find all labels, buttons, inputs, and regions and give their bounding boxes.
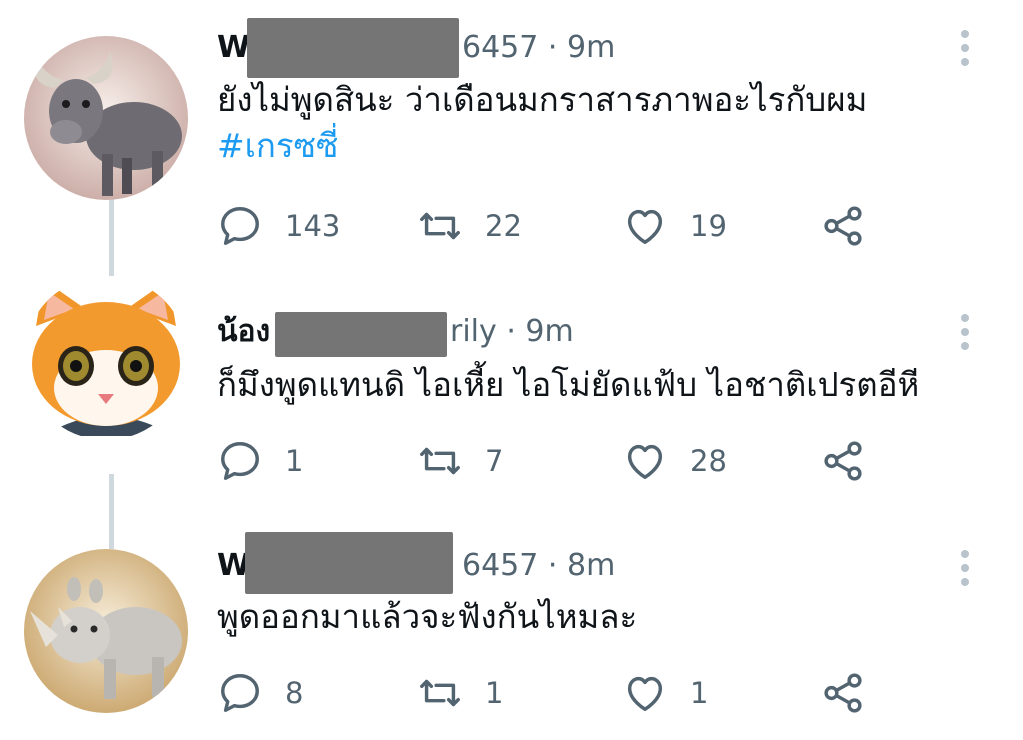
share-icon [824, 673, 862, 713]
share-button[interactable] [820, 438, 866, 484]
display-name[interactable]: น้อง [217, 314, 270, 349]
redacted-name-handle [275, 312, 447, 357]
retweet-button[interactable]: 22 [417, 203, 522, 249]
retweet-button[interactable]: 1 [417, 670, 503, 716]
tweet-header: น้อง [217, 312, 270, 352]
handle-suffix[interactable]: 6457 [462, 548, 538, 583]
action-bar: 143 22 19 [217, 203, 897, 249]
like-count: 1 [690, 676, 709, 710]
tweet-text-content: ก็มึงพูดแทนดิ ไอเหี้ย ไอโม่ยัดแฟ้บ ไอชาต… [217, 365, 920, 404]
tweet-meta: 6457 · 8m [462, 546, 615, 586]
orange-cat-avatar-icon [24, 276, 188, 440]
retweet-icon [420, 447, 460, 475]
like-button[interactable]: 28 [622, 438, 727, 484]
share-icon [824, 441, 862, 481]
retweet-icon [420, 679, 460, 707]
share-button[interactable] [820, 203, 866, 249]
water-buffalo-avatar-icon [24, 36, 188, 200]
action-bar: 8 1 1 [217, 670, 897, 716]
hashtag-link[interactable]: #เกรซซี่ [217, 123, 867, 169]
timestamp[interactable]: 9m [567, 30, 615, 65]
like-button[interactable]: 1 [622, 670, 708, 716]
rhino-avatar-icon [24, 549, 188, 713]
avatar[interactable] [24, 549, 188, 713]
avatar[interactable] [24, 276, 188, 440]
reply-icon [221, 674, 259, 712]
more-vertical-icon[interactable] [953, 28, 977, 68]
retweet-button[interactable]: 7 [417, 438, 503, 484]
heart-icon [627, 444, 663, 480]
like-count: 28 [690, 444, 727, 478]
retweet-icon [420, 212, 460, 240]
separator: · [547, 548, 558, 583]
heart-icon [627, 676, 663, 712]
tweet[interactable]: W 6457 · 8m พูดออกมาแล้วจะฟังกันไหมละ 8 … [0, 510, 1023, 740]
handle-suffix[interactable]: rily [450, 314, 497, 349]
redacted-name-handle [245, 532, 453, 594]
tweet-text: ก็มึงพูดแทนดิ ไอเหี้ย ไอโม่ยัดแฟ้บ ไอชาต… [217, 362, 919, 408]
reply-count: 1 [285, 444, 304, 478]
tweet-text-content: ยังไม่พูดสินะ ว่าเดือนมกราสารภาพอะไรกับผ… [217, 80, 868, 119]
share-icon [824, 206, 862, 246]
share-button[interactable] [820, 670, 866, 716]
reply-count: 143 [285, 209, 341, 243]
heart-icon [627, 209, 663, 245]
tweet-text: พูดออกมาแล้วจะฟังกันไหมละ [217, 594, 637, 640]
reply-button[interactable]: 1 [217, 438, 303, 484]
handle-suffix[interactable]: 6457 [462, 30, 538, 65]
tweet-text: ยังไม่พูดสินะ ว่าเดือนมกราสารภาพอะไรกับผ… [217, 77, 867, 169]
tweet[interactable]: W 6457 · 9m ยังไม่พูดสินะ ว่าเดือนมกราสา… [0, 0, 1023, 260]
display-name[interactable]: W [217, 30, 250, 65]
tweet-meta: 6457 · 9m [462, 28, 615, 68]
tweet-thread: W 6457 · 9m ยังไม่พูดสินะ ว่าเดือนมกราสา… [0, 0, 1023, 740]
reply-count: 8 [285, 676, 304, 710]
action-bar: 1 7 28 [217, 438, 897, 484]
more-vertical-icon[interactable] [953, 548, 977, 588]
redacted-name-handle [247, 18, 459, 78]
more-vertical-icon[interactable] [953, 312, 977, 352]
tweet[interactable]: น้อง rily · 9m ก็มึงพูดแทนดิ ไอเหี้ย ไอโ… [0, 270, 1023, 500]
tweet-header: W [217, 28, 250, 68]
tweet-meta: rily · 9m [450, 312, 574, 352]
like-count: 19 [690, 209, 727, 243]
reply-icon [221, 442, 259, 480]
reply-button[interactable]: 8 [217, 670, 303, 716]
timestamp[interactable]: 9m [525, 314, 573, 349]
like-button[interactable]: 19 [622, 203, 727, 249]
retweet-count: 7 [485, 444, 504, 478]
reply-icon [221, 207, 259, 245]
avatar[interactable] [24, 36, 188, 200]
separator: · [506, 314, 516, 349]
timestamp[interactable]: 8m [567, 548, 615, 583]
retweet-count: 22 [485, 209, 522, 243]
tweet-text-content: พูดออกมาแล้วจะฟังกันไหมละ [217, 597, 638, 636]
separator: · [547, 30, 558, 65]
reply-button[interactable]: 143 [217, 203, 340, 249]
retweet-count: 1 [485, 676, 504, 710]
